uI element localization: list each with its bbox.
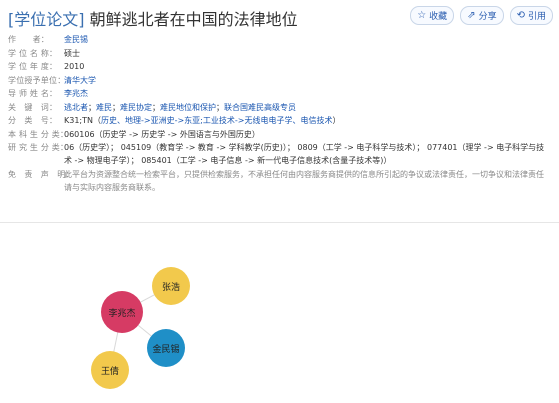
action-buttons: ☆ 收藏 ⇗ 分享 ⟲ 引用 <box>410 6 553 25</box>
cite-icon: ⟲ <box>516 9 525 21</box>
share-label: 分享 <box>478 12 497 22</box>
undergrad-label: 本 科 生 分 类： <box>8 129 69 139</box>
meta-row-classification: 分 类 号： K31;TN（历史、地理->亚洲史->东亚;工业技术->无线电电子… <box>8 114 548 127</box>
advisor-label: 导 师 姓 名： <box>8 89 58 98</box>
graph-node-li[interactable]: 李兆杰 <box>101 291 143 333</box>
disclaimer-label: 免 责 声 明： <box>8 169 74 179</box>
graph-node-zhang[interactable]: 张浩 <box>152 267 190 305</box>
keyword-link[interactable]: 联合国难民高级专员 <box>224 103 296 112</box>
relation-graph: 李兆杰 张浩金民锡 王倩 <box>0 224 559 403</box>
meta-row-undergrad: 本 科 生 分 类： 060106（历史学 -> 历史学 -> 外国语言与外国历… <box>8 128 548 141</box>
grad-value: 06（历史学）； 045109（教育学 -> 教育 -> 学科教学(历史)）； … <box>64 143 545 165</box>
graph-node-jin[interactable]: 金民锡 <box>147 329 185 367</box>
favorite-label: 收藏 <box>429 12 448 22</box>
classification-link[interactable]: 历史、地理->亚洲史->东亚;工业技术->无线电电子学、电信技术 <box>101 116 332 125</box>
classification-value: K31;TN（历史、地理->亚洲史->东亚;工业技术->无线电电子学、电信技术） <box>64 114 548 127</box>
school-label: 学位授予单位： <box>8 75 66 85</box>
classification-prefix: K31;TN（ <box>64 116 101 125</box>
meta-row-grad: 研 究 生 分 类： 06（历史学）； 045109（教育学 -> 教育 -> … <box>8 141 548 167</box>
degree-value: 硕士 <box>64 48 80 58</box>
graph-edges <box>109 285 172 371</box>
meta-row-degree: 学 位 名 称： 硕士 <box>8 47 548 60</box>
keywords-label: 关 键 词： <box>8 102 58 112</box>
cite-label: 引用 <box>527 12 546 22</box>
advisor-link[interactable]: 李兆杰 <box>64 89 88 98</box>
meta-row-year: 学 位 年 度： 2010 <box>8 60 548 73</box>
cite-button[interactable]: ⟲ 引用 <box>509 6 553 25</box>
share-button[interactable]: ⇗ 分享 <box>460 6 504 25</box>
classification-suffix: ） <box>332 116 341 125</box>
doc-type-tag: [学位论文] <box>8 10 85 29</box>
title-text: 朝鲜逃北者在中国的法律地位 <box>89 10 298 29</box>
undergrad-value: 060106（历史学 -> 历史学 -> 外国语言与外国历史） <box>64 129 260 139</box>
meta-row-advisor: 导 师 姓 名： 李兆杰 <box>8 87 548 100</box>
keyword-link[interactable]: 难民地位和保护 <box>160 103 216 112</box>
meta-row-author: 作 者： 金民锡 <box>8 33 548 46</box>
page-title: [学位论文] 朝鲜逃北者在中国的法律地位 <box>8 6 298 30</box>
disclaimer-value: 此平台为资源整合统一检索平台，只提供检索服务，不承担任何由内容服务商提供的信息所… <box>64 169 544 192</box>
favorite-button[interactable]: ☆ 收藏 <box>410 6 455 25</box>
title-row: [学位论文] 朝鲜逃北者在中国的法律地位 ☆ 收藏 ⇗ 分享 ⟲ 引用 <box>8 4 553 30</box>
keyword-link[interactable]: 难民 <box>96 103 112 112</box>
school-link[interactable]: 清华大学 <box>64 76 96 85</box>
year-value: 2010 <box>64 62 85 71</box>
star-icon: ☆ <box>417 9 427 21</box>
section-divider <box>0 222 559 223</box>
author-label: 作 者： <box>8 35 49 44</box>
author-link[interactable]: 金民锡 <box>64 35 88 44</box>
grad-label: 研 究 生 分 类： <box>8 143 69 152</box>
keywords-list: 逃北者；难民；难民协定；难民地位和保护；联合国难民高级专员 <box>64 102 296 112</box>
keyword-link[interactable]: 逃北者 <box>64 103 88 112</box>
classification-label: 分 类 号： <box>8 116 58 125</box>
share-icon: ⇗ <box>467 9 476 21</box>
degree-label: 学 位 名 称： <box>8 48 58 58</box>
meta-row-disclaimer: 免 责 声 明： 此平台为资源整合统一检索平台，只提供检索服务，不承担任何由内容… <box>8 168 548 194</box>
meta-row-school: 学位授予单位： 清华大学 <box>8 74 548 87</box>
graph-node-wang[interactable]: 王倩 <box>91 351 129 389</box>
keyword-link[interactable]: 难民协定 <box>120 103 152 112</box>
meta-row-keywords: 关 键 词： 逃北者；难民；难民协定；难民地位和保护；联合国难民高级专员 <box>8 101 548 114</box>
metadata-list: 作 者： 金民锡 学 位 名 称： 硕士 学 位 年 度： 2010 学位授予单… <box>8 33 548 194</box>
year-label: 学 位 年 度： <box>8 62 58 71</box>
